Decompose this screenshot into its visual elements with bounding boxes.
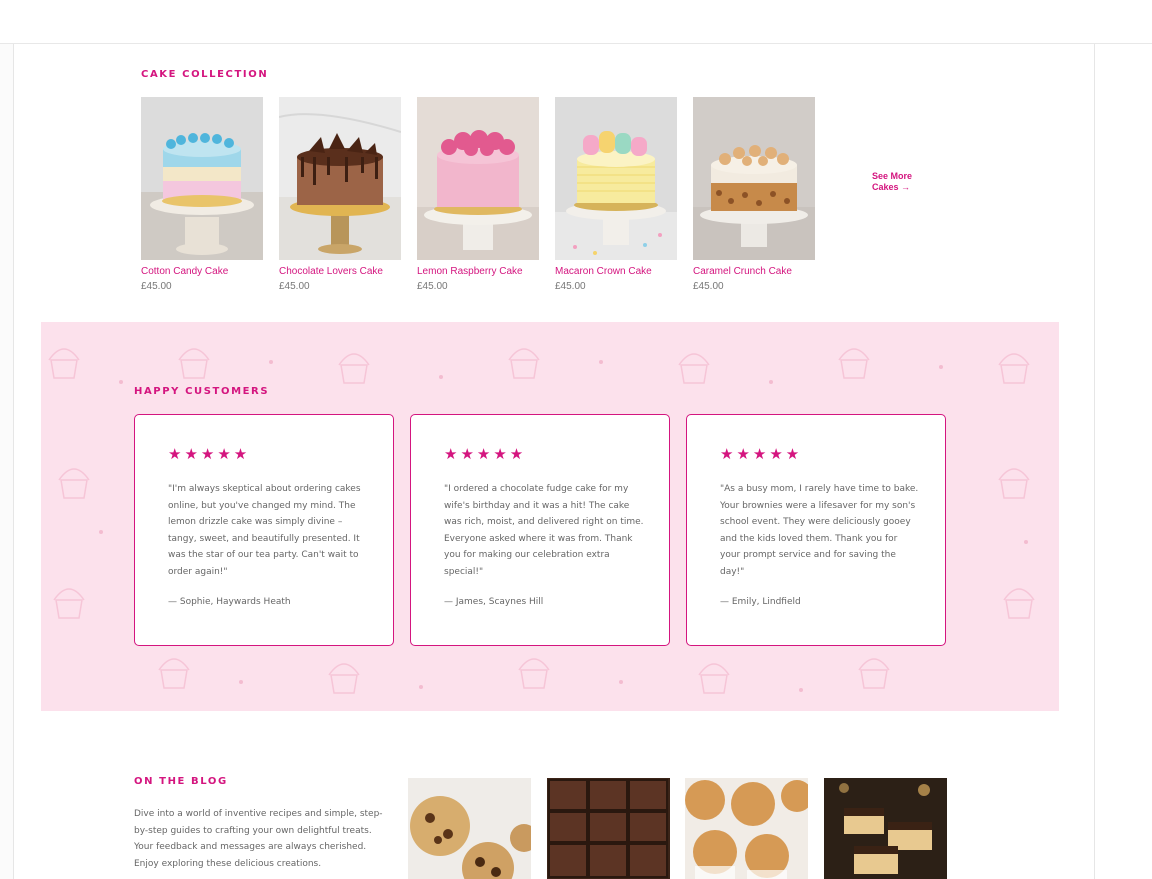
testimonial-author: — James, Scaynes Hill [444,597,544,607]
right-rail [1094,44,1152,879]
blog-thumbnail-muffins[interactable] [685,778,808,879]
cake-price: £45.00 [141,281,172,292]
blog-intro-text: Dive into a world of inventive recipes a… [134,809,383,869]
see-more-cakes-link[interactable]: See More Cakes → [872,171,932,193]
cake-image[interactable] [417,97,539,260]
top-bar [0,0,1152,44]
testimonial-card: ★★★★★ "I'm always skeptical about orderi… [134,414,394,646]
cake-price: £45.00 [417,281,448,292]
testimonial-author: — Emily, Lindfield [720,597,801,607]
blog-thumbnail-slices[interactable] [824,778,947,879]
cake-card[interactable]: Cotton Candy Cake £45.00 [141,97,263,292]
star-rating: ★★★★★ [720,446,803,463]
star-rating: ★★★★★ [444,446,527,463]
blog-heading: ON THE BLOG [134,776,228,787]
left-rail [0,44,14,879]
cake-price: £45.00 [693,281,724,292]
happy-customers-heading: HAPPY CUSTOMERS [134,386,270,397]
testimonial-quote: "As a busy mom, I rarely have time to ba… [720,484,919,577]
cake-card[interactable]: Lemon Raspberry Cake £45.00 [417,97,539,292]
cake-collection-heading: CAKE COLLECTION [141,69,269,80]
testimonial-author: — Sophie, Haywards Heath [168,597,291,607]
testimonial-card: ★★★★★ "As a busy mom, I rarely have time… [686,414,946,646]
cake-price: £45.00 [555,281,586,292]
cake-name[interactable]: Caramel Crunch Cake [693,266,815,277]
cake-name[interactable]: Macaron Crown Cake [555,266,677,277]
cake-image[interactable] [141,97,263,260]
cake-card[interactable]: Chocolate Lovers Cake £45.00 [279,97,401,292]
cake-image[interactable] [555,97,677,260]
testimonial-quote: "I'm always skeptical about ordering cak… [168,484,361,577]
blog-thumbnail-brownies[interactable] [547,778,670,879]
cake-card[interactable]: Macaron Crown Cake £45.00 [555,97,677,292]
cake-image[interactable] [693,97,815,260]
blog-thumbnail-cookies[interactable] [408,778,531,879]
cake-name[interactable]: Lemon Raspberry Cake [417,266,539,277]
star-rating: ★★★★★ [168,446,251,463]
cake-name[interactable]: Chocolate Lovers Cake [279,266,401,277]
testimonial-card: ★★★★★ "I ordered a chocolate fudge cake … [410,414,670,646]
cake-image[interactable] [279,97,401,260]
testimonial-quote: "I ordered a chocolate fudge cake for my… [444,484,644,577]
cake-price: £45.00 [279,281,310,292]
cake-name[interactable]: Cotton Candy Cake [141,266,263,277]
cake-card[interactable]: Caramel Crunch Cake £45.00 [693,97,815,292]
